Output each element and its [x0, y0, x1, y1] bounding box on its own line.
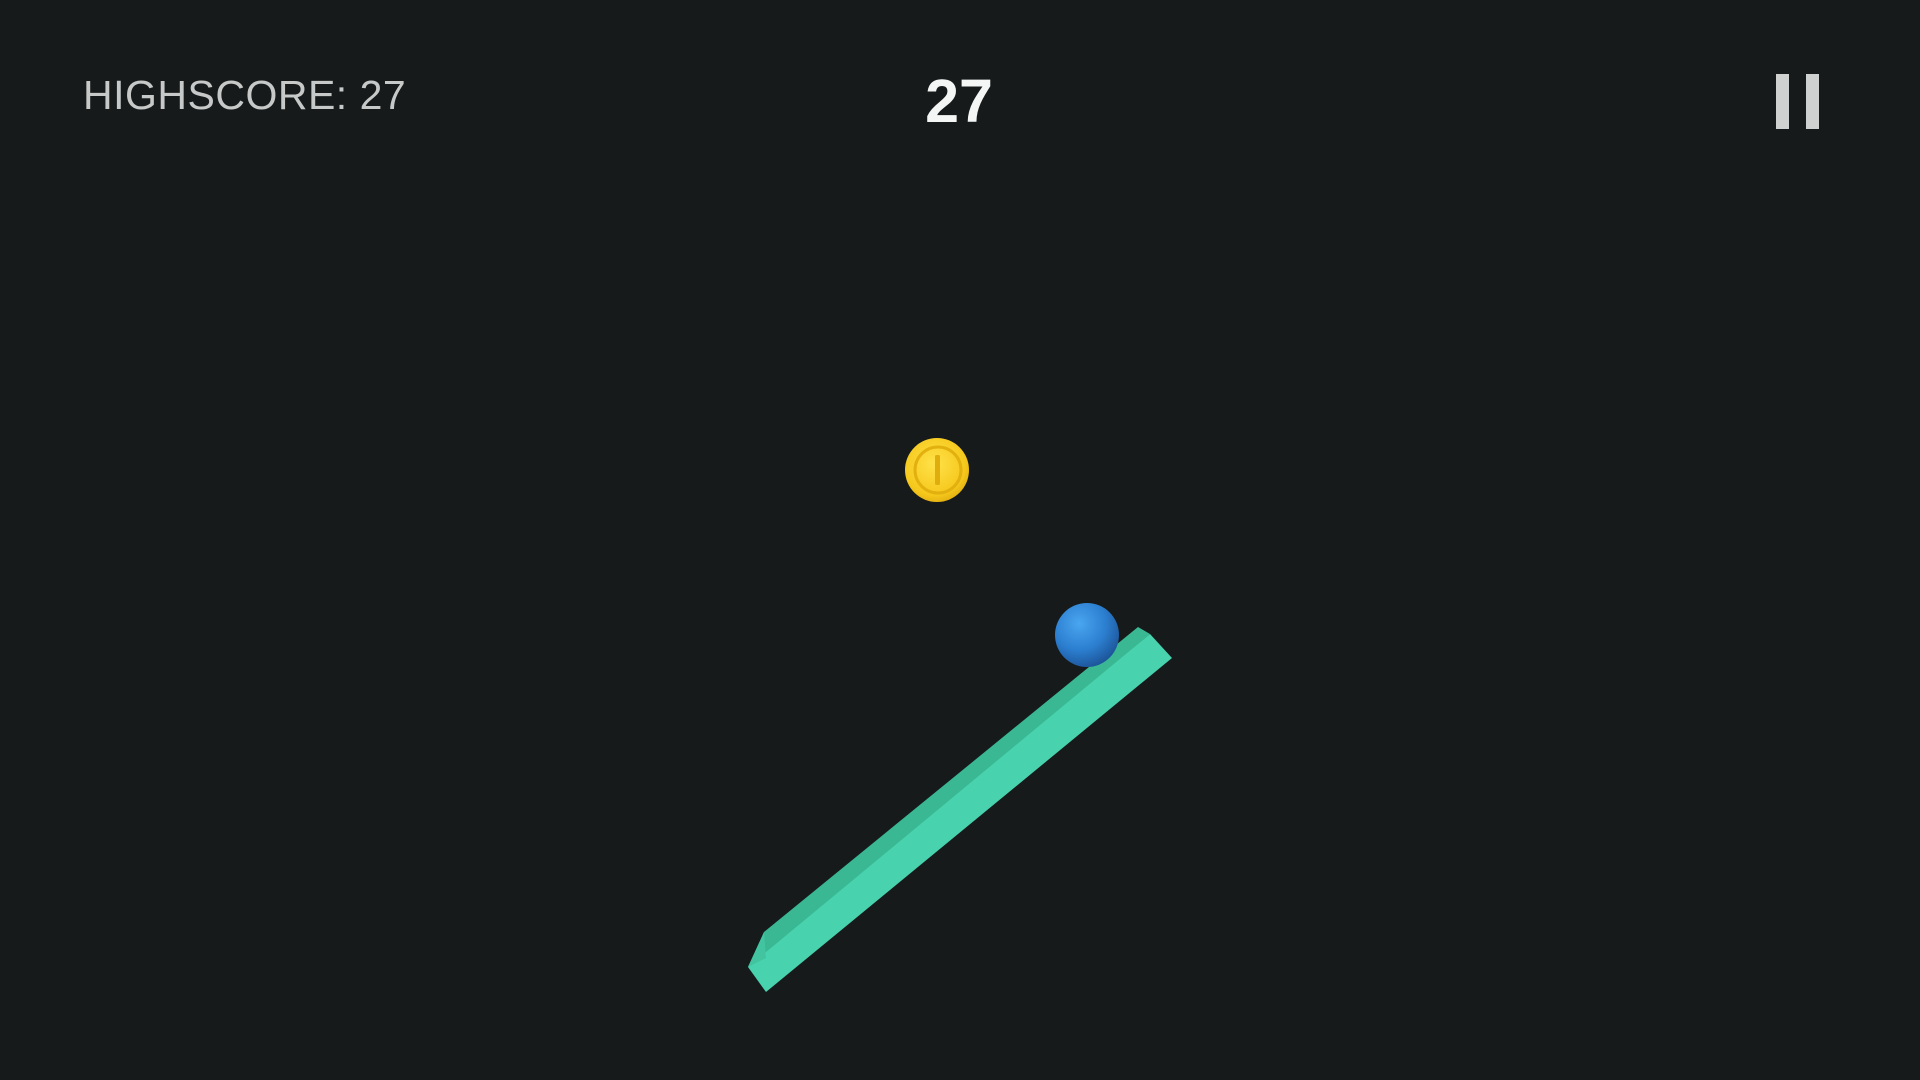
- platform-side: [748, 627, 1150, 967]
- game-scene: [748, 438, 1172, 992]
- platform: [748, 627, 1172, 992]
- coin-icon: [905, 438, 969, 502]
- game-stage[interactable]: HIGHSCORE: 27 27: [0, 0, 1920, 1080]
- platform-top: [748, 634, 1172, 992]
- ball: [1055, 603, 1119, 667]
